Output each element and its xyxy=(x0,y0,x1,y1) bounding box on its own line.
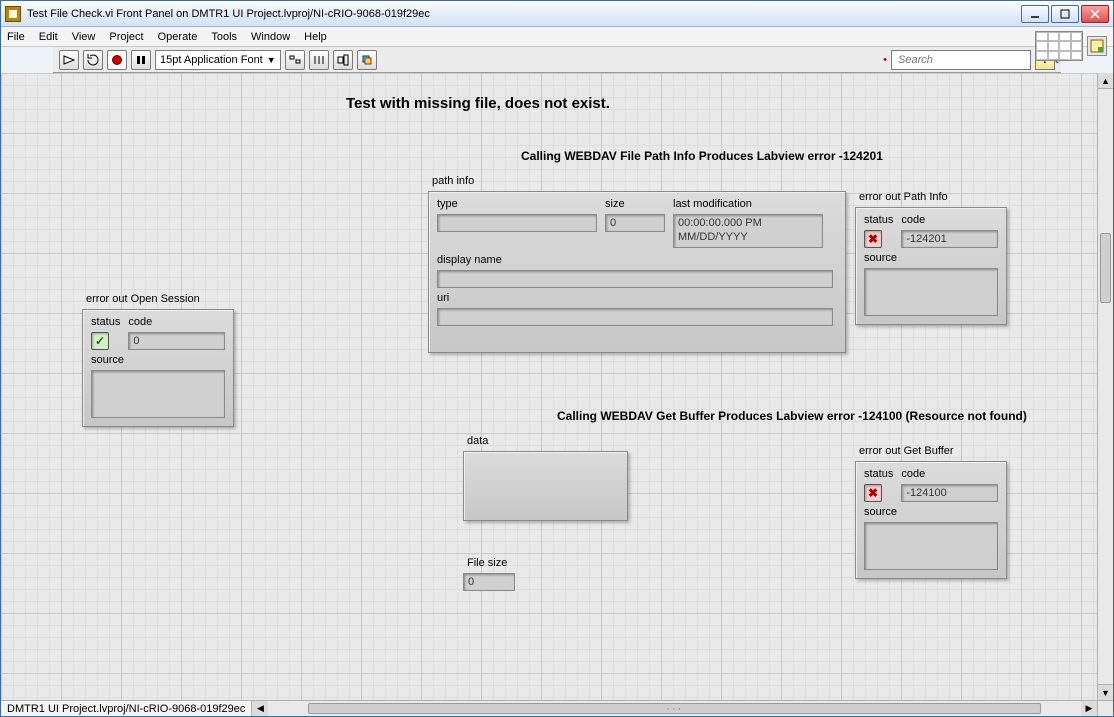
menu-project[interactable]: Project xyxy=(109,31,143,43)
run-button[interactable] xyxy=(59,50,79,70)
menu-help[interactable]: Help xyxy=(304,31,327,43)
close-button[interactable] xyxy=(1081,5,1109,23)
err-buf-status-label: status xyxy=(864,468,893,480)
vertical-scroll-thumb[interactable] xyxy=(1100,233,1111,303)
labview-app-icon xyxy=(5,6,21,22)
err-open-title: error out Open Session xyxy=(86,293,200,305)
app-window: Test File Check.vi Front Panel on DMTR1 … xyxy=(0,0,1114,717)
err-buf-code-label: code xyxy=(901,468,998,480)
filesize-label: File size xyxy=(467,557,507,569)
scroll-left-icon[interactable]: ◀ xyxy=(252,701,268,716)
path-size-field[interactable]: 0 xyxy=(605,214,665,232)
err-buf-code-field[interactable]: -124100 xyxy=(901,484,998,502)
vertical-scrollbar[interactable]: ▲ ▼ xyxy=(1097,73,1113,700)
path-display-label: display name xyxy=(437,254,837,266)
search-box[interactable] xyxy=(891,50,1031,70)
reorder-button[interactable] xyxy=(357,50,377,70)
font-selector[interactable]: 15pt Application Font ▼ xyxy=(155,50,281,70)
chevron-down-icon: ▼ xyxy=(267,55,276,65)
err-buf-status-led: ✖ xyxy=(864,484,882,502)
path-type-field[interactable] xyxy=(437,214,597,232)
topright-tools xyxy=(1035,29,1107,63)
path-uri-field[interactable] xyxy=(437,308,833,326)
path-type-label: type xyxy=(437,198,597,210)
menu-bar: File Edit View Project Operate Tools Win… xyxy=(1,27,1113,47)
err-open-code-field[interactable]: 0 xyxy=(128,332,225,350)
scroll-corner xyxy=(1097,700,1113,716)
filesize-field[interactable]: 0 xyxy=(463,573,515,591)
font-selector-label: 15pt Application Font xyxy=(160,54,263,66)
data-block-title: data xyxy=(467,435,488,447)
menu-tools[interactable]: Tools xyxy=(211,31,237,43)
path-size-label: size xyxy=(605,198,665,210)
front-panel-area: Test with missing file, does not exist. … xyxy=(1,73,1113,716)
scroll-down-icon[interactable]: ▼ xyxy=(1098,684,1113,700)
front-panel-canvas[interactable]: Test with missing file, does not exist. … xyxy=(1,73,1113,716)
distribute-objects-button[interactable] xyxy=(309,50,329,70)
menu-edit[interactable]: Edit xyxy=(39,31,58,43)
horizontal-scroll-track[interactable]: ··· xyxy=(268,701,1081,716)
scroll-right-icon[interactable]: ▶ xyxy=(1081,701,1097,716)
horizontal-scrollbar[interactable]: DMTR1 UI Project.lvproj/NI-cRIO-9068-019… xyxy=(1,700,1097,716)
path-info-title: path info xyxy=(432,175,474,187)
err-path-title: error out Path Info xyxy=(859,191,948,203)
run-continuous-button[interactable] xyxy=(83,50,103,70)
search-marker-icon: • xyxy=(883,54,887,66)
abort-button[interactable] xyxy=(107,50,127,70)
menu-view[interactable]: View xyxy=(72,31,96,43)
menu-file[interactable]: File xyxy=(7,31,25,43)
path-display-field[interactable] xyxy=(437,270,833,288)
maximize-button[interactable] xyxy=(1051,5,1079,23)
err-path-source-field[interactable] xyxy=(864,268,998,316)
subheading-path-info: Calling WEBDAV File Path Info Produces L… xyxy=(521,149,883,163)
err-path-code-field[interactable]: -124201 xyxy=(901,230,998,248)
subheading-get-buffer: Calling WEBDAV Get Buffer Produces Labvi… xyxy=(557,409,1027,423)
err-open-status-led: ✓ xyxy=(91,332,109,350)
path-uri-label: uri xyxy=(437,292,837,304)
err-open-cluster: status ✓ code 0 source xyxy=(82,309,234,427)
scroll-up-icon[interactable]: ▲ xyxy=(1098,73,1113,89)
toolbar: 15pt Application Font ▼ • ? xyxy=(53,47,1061,73)
err-path-status-label: status xyxy=(864,214,893,226)
headline-label: Test with missing file, does not exist. xyxy=(346,95,610,112)
horizontal-scroll-thumb[interactable]: ··· xyxy=(308,703,1041,714)
path-mod-field[interactable]: 00:00:00.000 PM MM/DD/YYYY xyxy=(673,214,823,248)
err-buf-source-field[interactable] xyxy=(864,522,998,570)
menu-operate[interactable]: Operate xyxy=(158,31,198,43)
status-project-path: DMTR1 UI Project.lvproj/NI-cRIO-9068-019… xyxy=(1,701,252,716)
window-title: Test File Check.vi Front Panel on DMTR1 … xyxy=(27,8,1015,20)
minimize-button[interactable] xyxy=(1021,5,1049,23)
alignment-grid-icon[interactable] xyxy=(1035,31,1083,61)
titlebar: Test File Check.vi Front Panel on DMTR1 … xyxy=(1,1,1113,27)
resize-objects-button[interactable] xyxy=(333,50,353,70)
window-buttons xyxy=(1021,5,1109,23)
err-path-source-label: source xyxy=(864,252,998,264)
err-open-code-label: code xyxy=(128,316,225,328)
data-block-cluster[interactable] xyxy=(463,451,628,521)
err-open-source-label: source xyxy=(91,354,225,366)
path-mod-label: last modification xyxy=(673,198,823,210)
err-path-code-label: code xyxy=(901,214,998,226)
path-info-cluster: type size 0 last modification 00:00:00.0… xyxy=(428,191,846,353)
err-open-status-label: status xyxy=(91,316,120,328)
err-open-source-field[interactable] xyxy=(91,370,225,418)
search-input[interactable] xyxy=(896,52,1043,68)
err-buf-title: error out Get Buffer xyxy=(859,445,954,457)
err-path-status-led: ✖ xyxy=(864,230,882,248)
err-buf-cluster: status ✖ code -124100 source xyxy=(855,461,1007,579)
err-path-cluster: status ✖ code -124201 source xyxy=(855,207,1007,325)
err-buf-source-label: source xyxy=(864,506,998,518)
vi-icon[interactable] xyxy=(1087,36,1107,56)
pause-button[interactable] xyxy=(131,50,151,70)
align-objects-button[interactable] xyxy=(285,50,305,70)
menu-window[interactable]: Window xyxy=(251,31,290,43)
